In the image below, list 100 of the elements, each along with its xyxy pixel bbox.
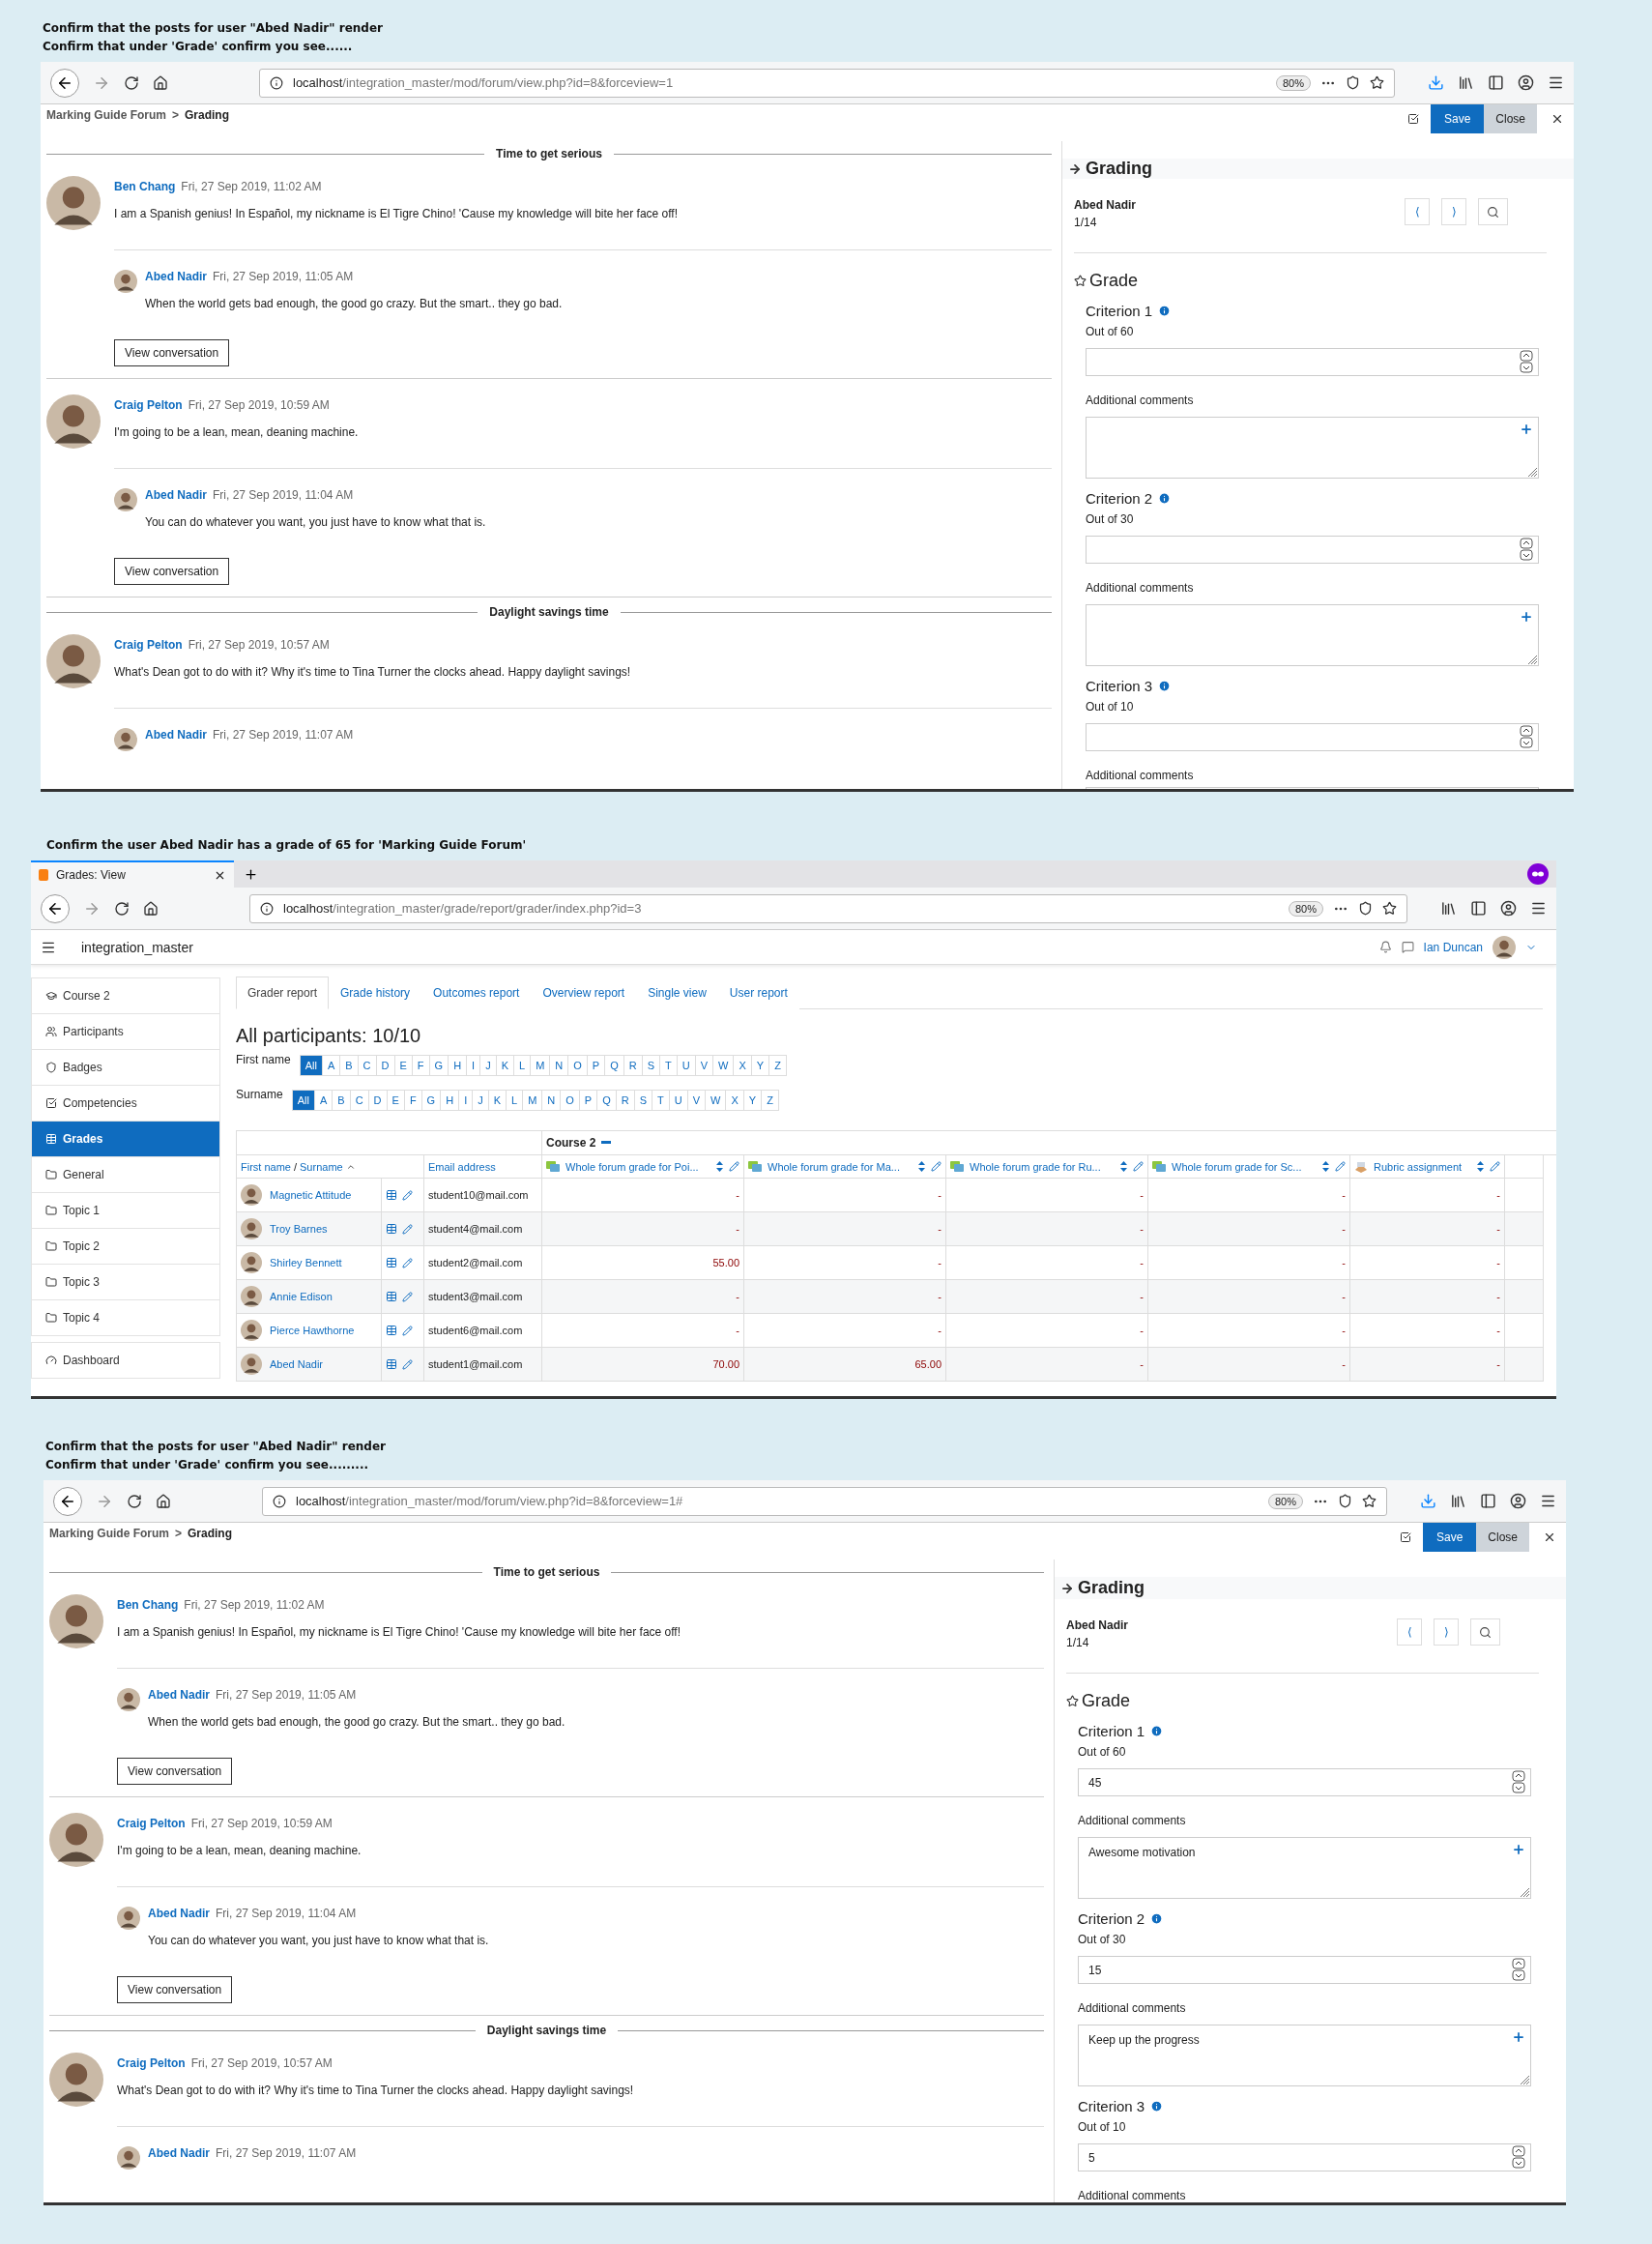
letter-filter[interactable]: A [321, 1055, 341, 1076]
view-conversation-button[interactable]: View conversation [114, 558, 230, 585]
letter-filter[interactable]: M [522, 1090, 543, 1111]
letter-filter[interactable]: H [440, 1090, 460, 1111]
breadcrumb-link[interactable]: Grading [185, 108, 230, 122]
letter-filter[interactable]: E [393, 1055, 413, 1076]
sidebar-item[interactable]: Badges [31, 1049, 220, 1086]
author-link[interactable]: Craig Pelton [117, 2056, 186, 2070]
letter-filter[interactable]: All [291, 1090, 315, 1111]
report-tab[interactable]: Grader report [236, 976, 330, 1009]
author-link[interactable]: Craig Pelton [117, 1817, 186, 1830]
letter-filter[interactable]: D [367, 1090, 388, 1111]
author-link[interactable]: Abed Nadir [145, 488, 207, 502]
browser-tab[interactable]: Grades: View [31, 860, 234, 888]
sort-link[interactable]: First name [241, 1160, 291, 1173]
letter-filter[interactable]: U [668, 1090, 688, 1111]
view-conversation-button[interactable]: View conversation [117, 1758, 233, 1785]
view-conversation-button[interactable]: View conversation [117, 1976, 233, 2003]
letter-filter[interactable]: Y [742, 1090, 763, 1111]
letter-filter[interactable]: W [705, 1090, 727, 1111]
letter-filter[interactable]: M [530, 1055, 551, 1076]
breadcrumb-link[interactable]: Grading [188, 1527, 233, 1540]
letter-filter[interactable]: T [659, 1055, 678, 1076]
letter-filter[interactable]: K [487, 1090, 507, 1111]
comment-field[interactable]: Awesome motivation [1078, 1837, 1531, 1899]
letter-filter[interactable]: L [513, 1055, 532, 1076]
save-button[interactable]: Save [1430, 104, 1485, 133]
letter-filter[interactable]: K [495, 1055, 514, 1076]
letter-filter[interactable]: P [578, 1090, 598, 1111]
letter-filter[interactable]: Z [768, 1055, 787, 1076]
letter-filter[interactable]: V [686, 1090, 707, 1111]
author-link[interactable]: Craig Pelton [114, 638, 183, 652]
letter-filter[interactable]: O [560, 1090, 580, 1111]
student-link[interactable]: Annie Edison [270, 1291, 333, 1302]
previous-button[interactable]: ⟨ [1397, 1618, 1422, 1646]
zoom-level[interactable]: 80% [1288, 900, 1323, 917]
close-button[interactable]: Close [1484, 104, 1537, 133]
letter-filter[interactable]: T [652, 1090, 670, 1111]
sidebar-item[interactable]: Topic 1 [31, 1192, 220, 1229]
letter-filter[interactable]: D [375, 1055, 395, 1076]
breadcrumb-link[interactable]: Marking Guide Forum [46, 108, 166, 122]
grade-input[interactable]: 15 [1078, 1956, 1531, 1984]
student-link[interactable]: Abed Nadir [270, 1358, 324, 1370]
sidebar-item[interactable]: Grades [31, 1121, 220, 1157]
author-link[interactable]: Abed Nadir [145, 728, 207, 742]
view-conversation-button[interactable]: View conversation [114, 339, 230, 366]
site-name[interactable]: integration_master [81, 939, 193, 955]
sidebar-item[interactable]: Competencies [31, 1085, 220, 1122]
letter-filter[interactable]: S [641, 1055, 661, 1076]
letter-filter[interactable]: O [567, 1055, 588, 1076]
letter-filter[interactable]: W [712, 1055, 735, 1076]
grade-input[interactable]: 5 [1078, 2143, 1531, 2171]
letter-filter[interactable]: J [479, 1055, 497, 1076]
sidebar-item[interactable]: Participants [31, 1013, 220, 1050]
author-link[interactable]: Craig Pelton [114, 398, 183, 412]
letter-filter[interactable]: S [633, 1090, 653, 1111]
letter-filter[interactable]: Z [761, 1090, 779, 1111]
letter-filter[interactable]: All [299, 1055, 323, 1076]
letter-filter[interactable]: V [694, 1055, 714, 1076]
student-link[interactable]: Troy Barnes [270, 1223, 328, 1235]
author-link[interactable]: Abed Nadir [148, 1907, 210, 1920]
author-link[interactable]: Abed Nadir [145, 270, 207, 283]
letter-filter[interactable]: A [313, 1090, 333, 1111]
letter-filter[interactable]: U [676, 1055, 696, 1076]
letter-filter[interactable]: N [549, 1055, 569, 1076]
letter-filter[interactable]: N [541, 1090, 562, 1111]
sidebar-item[interactable]: Topic 3 [31, 1264, 220, 1300]
letter-filter[interactable]: C [349, 1090, 369, 1111]
student-link[interactable]: Shirley Bennett [270, 1257, 342, 1268]
letter-filter[interactable]: R [615, 1090, 635, 1111]
breadcrumb-link[interactable]: Marking Guide Forum [49, 1527, 169, 1540]
letter-filter[interactable]: L [506, 1090, 524, 1111]
next-button[interactable]: ⟩ [1434, 1618, 1459, 1646]
letter-filter[interactable]: Q [596, 1090, 617, 1111]
zoom-level[interactable]: 80% [1275, 74, 1311, 91]
letter-filter[interactable]: H [448, 1055, 468, 1076]
letter-filter[interactable]: X [725, 1090, 744, 1111]
next-button[interactable]: ⟩ [1441, 198, 1466, 225]
address-bar[interactable]: localhost/integration_master/grade/report/grader/index.php?id=3 80% [249, 893, 1407, 923]
author-link[interactable]: Ben Chang [114, 180, 176, 193]
author-link[interactable]: Abed Nadir [148, 2146, 210, 2160]
user-name[interactable]: Ian Duncan [1423, 940, 1483, 954]
sort-link[interactable]: Surname [300, 1160, 343, 1173]
sidebar-item[interactable]: Course 2 [31, 977, 220, 1014]
comment-field[interactable]: Keep up the progress [1078, 2025, 1531, 2086]
letter-filter[interactable]: C [357, 1055, 377, 1076]
sidebar-item[interactable]: Dashboard [31, 1342, 220, 1379]
letter-filter[interactable]: B [332, 1090, 351, 1111]
letter-filter[interactable]: B [339, 1055, 359, 1076]
author-link[interactable]: Ben Chang [117, 1598, 179, 1612]
student-link[interactable]: Magnetic Attitude [270, 1189, 352, 1201]
sidebar-item[interactable]: Topic 4 [31, 1299, 220, 1336]
grade-input[interactable]: 45 [1078, 1768, 1531, 1796]
save-button[interactable]: Save [1422, 1523, 1477, 1552]
letter-filter[interactable]: E [386, 1090, 405, 1111]
close-button[interactable]: Close [1476, 1523, 1529, 1552]
address-bar[interactable]: localhost/integration_master/mod/forum/view.php?id=8&forceview=1 80% [259, 68, 1395, 98]
student-link[interactable]: Pierce Hawthorne [270, 1325, 355, 1336]
letter-filter[interactable]: J [472, 1090, 489, 1111]
letter-filter[interactable]: P [586, 1055, 606, 1076]
